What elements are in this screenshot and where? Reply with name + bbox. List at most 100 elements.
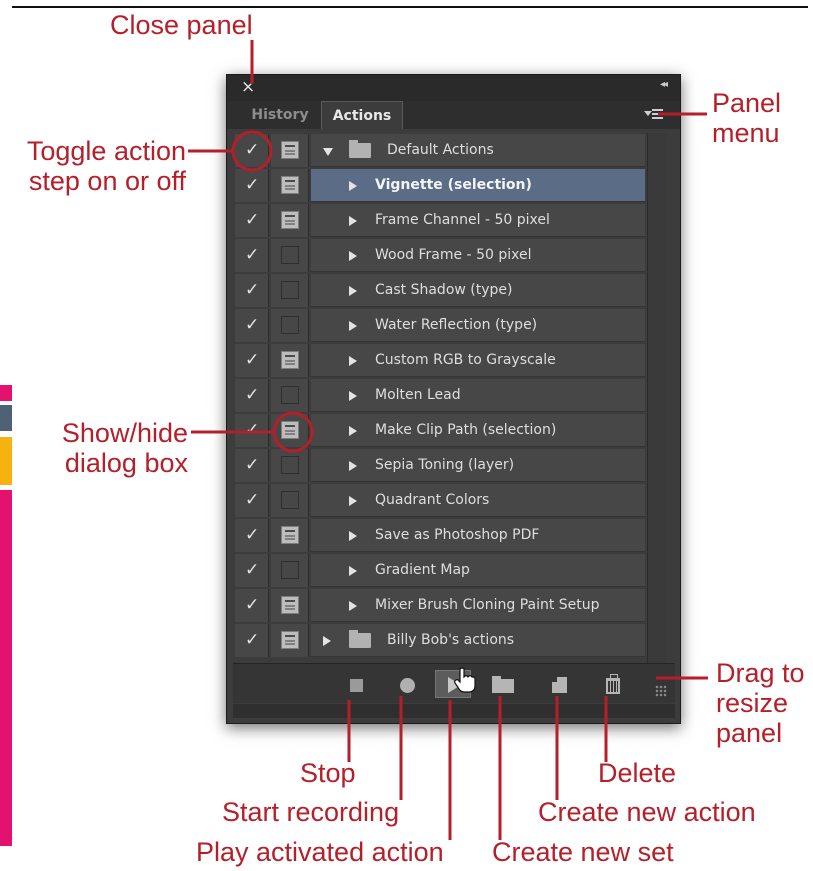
dialog-toggle[interactable]	[271, 414, 309, 447]
action-row[interactable]: ✓ Quadrant Colors	[235, 483, 645, 518]
action-name-cell[interactable]: Gradient Map	[311, 554, 645, 587]
action-row[interactable]: ✓ Water Reflection (type)	[235, 308, 645, 343]
toggle-step-checkbox[interactable]: ✓	[235, 449, 269, 482]
toggle-step-checkbox[interactable]: ✓	[235, 484, 269, 517]
action-name-cell[interactable]: Molten Lead	[311, 379, 645, 412]
triangle-right-icon[interactable]	[349, 601, 357, 611]
action-set-row[interactable]: ✓ Default Actions	[235, 133, 645, 168]
triangle-right-icon[interactable]	[349, 356, 357, 366]
action-name-cell[interactable]: Mixer Brush Cloning Paint Setup	[311, 589, 645, 622]
triangle-right-icon[interactable]	[349, 531, 357, 541]
action-row[interactable]: ✓ Sepia Toning (layer)	[235, 448, 645, 483]
toggle-step-checkbox[interactable]: ✓	[235, 169, 269, 202]
callout-line: Toggle action	[26, 136, 186, 166]
trash-icon	[606, 674, 620, 694]
record-button[interactable]	[390, 670, 426, 698]
action-name-cell[interactable]: Wood Frame - 50 pixel	[311, 239, 645, 272]
toggle-step-checkbox[interactable]: ✓	[235, 204, 269, 237]
checkmark-icon: ✓	[245, 315, 260, 335]
checkmark-icon: ✓	[245, 455, 260, 475]
dialog-toggle[interactable]	[271, 589, 309, 622]
action-name-cell[interactable]: Sepia Toning (layer)	[311, 449, 645, 482]
collapse-icon[interactable]: ◂◂	[660, 79, 668, 90]
horizontal-scrollbar[interactable]	[233, 704, 675, 718]
stop-button[interactable]	[339, 670, 375, 698]
tab-actions[interactable]: Actions	[321, 101, 403, 129]
resize-grip-icon[interactable]	[655, 685, 667, 697]
callout-line: dialog box	[64, 448, 188, 478]
top-rule	[12, 6, 808, 8]
toggle-step-checkbox[interactable]: ✓	[235, 414, 269, 447]
callout-line: Show/hide	[61, 418, 188, 448]
scrollbar[interactable]	[647, 133, 667, 665]
triangle-right-icon[interactable]	[349, 251, 357, 261]
action-set-row[interactable]: ✓ Billy Bob's actions	[235, 623, 645, 658]
triangle-right-icon[interactable]	[349, 181, 357, 191]
callout-line: panel	[716, 718, 783, 748]
dialog-toggle[interactable]	[271, 554, 309, 587]
toggle-step-checkbox[interactable]: ✓	[235, 274, 269, 307]
toggle-step-checkbox[interactable]: ✓	[235, 554, 269, 587]
new-set-button[interactable]	[486, 670, 522, 698]
triangle-right-icon[interactable]	[349, 216, 357, 226]
toggle-step-checkbox[interactable]: ✓	[235, 379, 269, 412]
action-name-cell[interactable]: Cast Shadow (type)	[311, 274, 645, 307]
triangle-right-icon[interactable]	[349, 286, 357, 296]
dialog-toggle[interactable]	[271, 204, 309, 237]
action-row[interactable]: ✓ Make Clip Path (selection)	[235, 413, 645, 448]
close-icon[interactable]: ×	[241, 77, 255, 97]
toggle-step-checkbox[interactable]: ✓	[235, 519, 269, 552]
action-name-cell[interactable]: Save as Photoshop PDF	[311, 519, 645, 552]
action-row[interactable]: ✓ Cast Shadow (type)	[235, 273, 645, 308]
triangle-right-icon[interactable]	[349, 321, 357, 331]
action-name-cell[interactable]: Billy Bob's actions	[311, 624, 645, 657]
action-row[interactable]: ✓ Wood Frame - 50 pixel	[235, 238, 645, 273]
dialog-toggle[interactable]	[271, 239, 309, 272]
tab-history[interactable]: History	[241, 101, 319, 129]
action-name-cell[interactable]: Custom RGB to Grayscale	[311, 344, 645, 377]
action-row[interactable]: ✓ Mixer Brush Cloning Paint Setup	[235, 588, 645, 623]
dialog-toggle[interactable]	[271, 624, 309, 657]
dialog-toggle[interactable]	[271, 169, 309, 202]
dialog-toggle[interactable]	[271, 379, 309, 412]
action-name-cell[interactable]: Vignette (selection)	[311, 169, 645, 202]
action-label: Vignette (selection)	[375, 177, 532, 193]
new-action-button[interactable]	[541, 670, 577, 698]
dialog-toggle[interactable]	[271, 484, 309, 517]
triangle-right-icon[interactable]	[349, 391, 357, 401]
delete-button[interactable]	[595, 670, 631, 698]
dialog-toggle[interactable]	[271, 449, 309, 482]
dialog-toggle[interactable]	[271, 344, 309, 377]
triangle-right-icon[interactable]	[349, 496, 357, 506]
toggle-step-checkbox[interactable]: ✓	[235, 624, 269, 657]
action-row[interactable]: ✓ Save as Photoshop PDF	[235, 518, 645, 553]
action-name-cell[interactable]: Water Reflection (type)	[311, 309, 645, 342]
triangle-down-icon[interactable]	[323, 148, 333, 156]
action-label: Cast Shadow (type)	[375, 282, 513, 298]
toggle-step-checkbox[interactable]: ✓	[235, 589, 269, 622]
action-row[interactable]: ✓ Vignette (selection)	[235, 168, 645, 203]
action-row[interactable]: ✓ Gradient Map	[235, 553, 645, 588]
triangle-right-icon[interactable]	[349, 461, 357, 471]
triangle-right-icon[interactable]	[349, 566, 357, 576]
toggle-step-checkbox[interactable]: ✓	[235, 344, 269, 377]
toggle-step-checkbox[interactable]: ✓	[235, 134, 269, 167]
action-name-cell[interactable]: Quadrant Colors	[311, 484, 645, 517]
toggle-step-checkbox[interactable]: ✓	[235, 309, 269, 342]
action-name-cell[interactable]: Frame Channel - 50 pixel	[311, 204, 645, 237]
triangle-right-icon[interactable]	[349, 426, 357, 436]
dialog-toggle[interactable]	[271, 309, 309, 342]
triangle-right-icon[interactable]	[323, 636, 331, 646]
action-row[interactable]: ✓ Custom RGB to Grayscale	[235, 343, 645, 378]
action-name-cell[interactable]: Default Actions	[311, 134, 645, 167]
toggle-step-checkbox[interactable]: ✓	[235, 239, 269, 272]
panel-menu-icon[interactable]	[644, 108, 664, 122]
action-name-cell[interactable]: Make Clip Path (selection)	[311, 414, 645, 447]
action-label: Molten Lead	[375, 387, 461, 403]
action-row[interactable]: ✓ Frame Channel - 50 pixel	[235, 203, 645, 238]
panel-titlebar: × ◂◂	[227, 75, 680, 101]
dialog-toggle[interactable]	[271, 274, 309, 307]
dialog-toggle[interactable]	[271, 519, 309, 552]
dialog-toggle[interactable]	[271, 134, 309, 167]
action-row[interactable]: ✓ Molten Lead	[235, 378, 645, 413]
